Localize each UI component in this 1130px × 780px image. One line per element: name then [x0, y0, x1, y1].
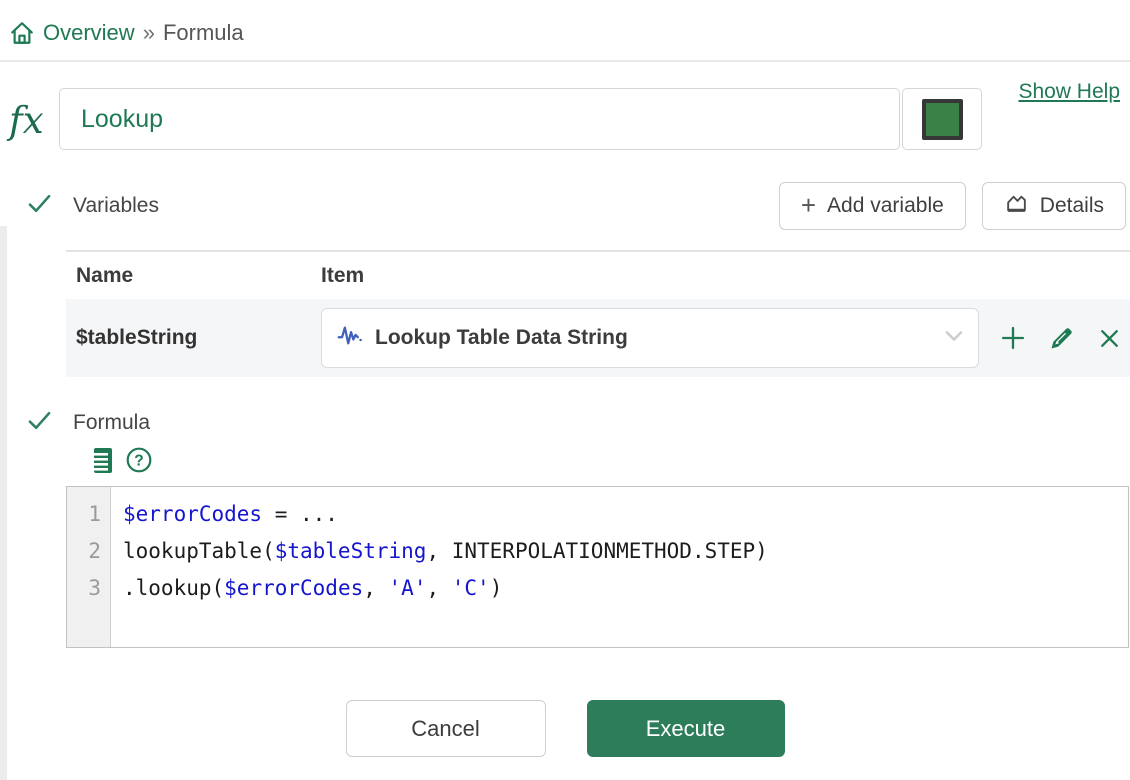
line-number-gutter: 1 2 3: [67, 487, 111, 647]
remove-item-button[interactable]: [1097, 326, 1122, 351]
item-select-dropdown[interactable]: Lookup Table Data String: [321, 308, 979, 368]
variable-row: $tableString Lookup Table Data String: [66, 299, 1130, 377]
home-icon[interactable]: [9, 20, 35, 46]
formula-section-header: Formula: [26, 407, 1130, 439]
column-header-item: Item: [321, 264, 364, 288]
details-button[interactable]: Details: [982, 182, 1126, 230]
line-number: 2: [67, 533, 101, 570]
formula-list-icon[interactable]: [85, 445, 115, 475]
color-picker-button[interactable]: [902, 88, 982, 150]
breadcrumb-separator: »: [143, 20, 155, 46]
breadcrumb-current: Formula: [163, 20, 244, 46]
fx-icon: fx: [9, 88, 59, 150]
add-variable-button[interactable]: + Add variable: [779, 182, 966, 230]
question-circle-icon[interactable]: ?: [124, 445, 154, 475]
code-token: 'A': [389, 576, 427, 600]
name-row: fx: [9, 88, 1130, 150]
code-token: = ...: [262, 502, 338, 526]
variables-table: Name Item $tableString Lookup Table Data…: [66, 250, 1130, 377]
color-swatch: [922, 99, 963, 140]
svg-text:?: ?: [134, 453, 143, 470]
left-edge-strip: [0, 226, 7, 780]
checkmark-icon: [26, 190, 53, 222]
edit-item-button[interactable]: [1048, 324, 1076, 352]
code-token: $errorCodes: [224, 576, 363, 600]
variable-name: $tableString: [76, 326, 321, 350]
header-divider: [0, 60, 1130, 62]
variables-section-header: Variables + Add variable Details: [26, 182, 1130, 230]
cancel-button[interactable]: Cancel: [346, 700, 546, 757]
code-token: $tableString: [275, 539, 427, 563]
column-header-name: Name: [76, 264, 321, 288]
variables-title: Variables: [73, 194, 159, 218]
footer-actions: Cancel Execute: [0, 700, 1130, 757]
show-help-link[interactable]: Show Help: [1018, 80, 1120, 104]
code-token: .lookup(: [123, 576, 224, 600]
code-line: lookupTable($tableString, INTERPOLATIONM…: [123, 533, 768, 570]
chevron-down-icon: [944, 329, 964, 348]
add-item-button[interactable]: [999, 324, 1027, 352]
code-token: 'C': [452, 576, 490, 600]
formula-toolbar: ?: [85, 445, 1130, 475]
signal-icon: [337, 322, 364, 354]
code-token: $errorCodes: [123, 502, 262, 526]
breadcrumb: Overview » Formula: [0, 0, 1130, 58]
code-token: ,: [363, 576, 388, 600]
code-token: lookupTable(: [123, 539, 275, 563]
formula-title: Formula: [73, 411, 150, 435]
plus-icon: +: [801, 192, 816, 218]
execute-button[interactable]: Execute: [587, 700, 785, 757]
variables-table-header: Name Item: [66, 250, 1130, 299]
line-number: 3: [67, 570, 101, 607]
code-token: , INTERPOLATIONMETHOD.STEP): [426, 539, 767, 563]
code-line: $errorCodes = ...: [123, 496, 768, 533]
add-variable-label: Add variable: [827, 194, 944, 218]
formula-name-input[interactable]: [59, 88, 900, 150]
details-label: Details: [1040, 194, 1104, 218]
code-area[interactable]: $errorCodes = ... lookupTable($tableStri…: [111, 487, 768, 647]
checkmark-icon: [26, 407, 53, 439]
area-chart-icon: [1004, 191, 1029, 222]
formula-code-editor[interactable]: 1 2 3 $errorCodes = ... lookupTable($tab…: [66, 486, 1129, 648]
code-token: ): [490, 576, 503, 600]
breadcrumb-overview-link[interactable]: Overview: [43, 20, 135, 46]
item-label: Lookup Table Data String: [375, 326, 628, 350]
code-token: ,: [426, 576, 451, 600]
code-line: .lookup($errorCodes, 'A', 'C'): [123, 570, 768, 607]
line-number: 1: [67, 496, 101, 533]
